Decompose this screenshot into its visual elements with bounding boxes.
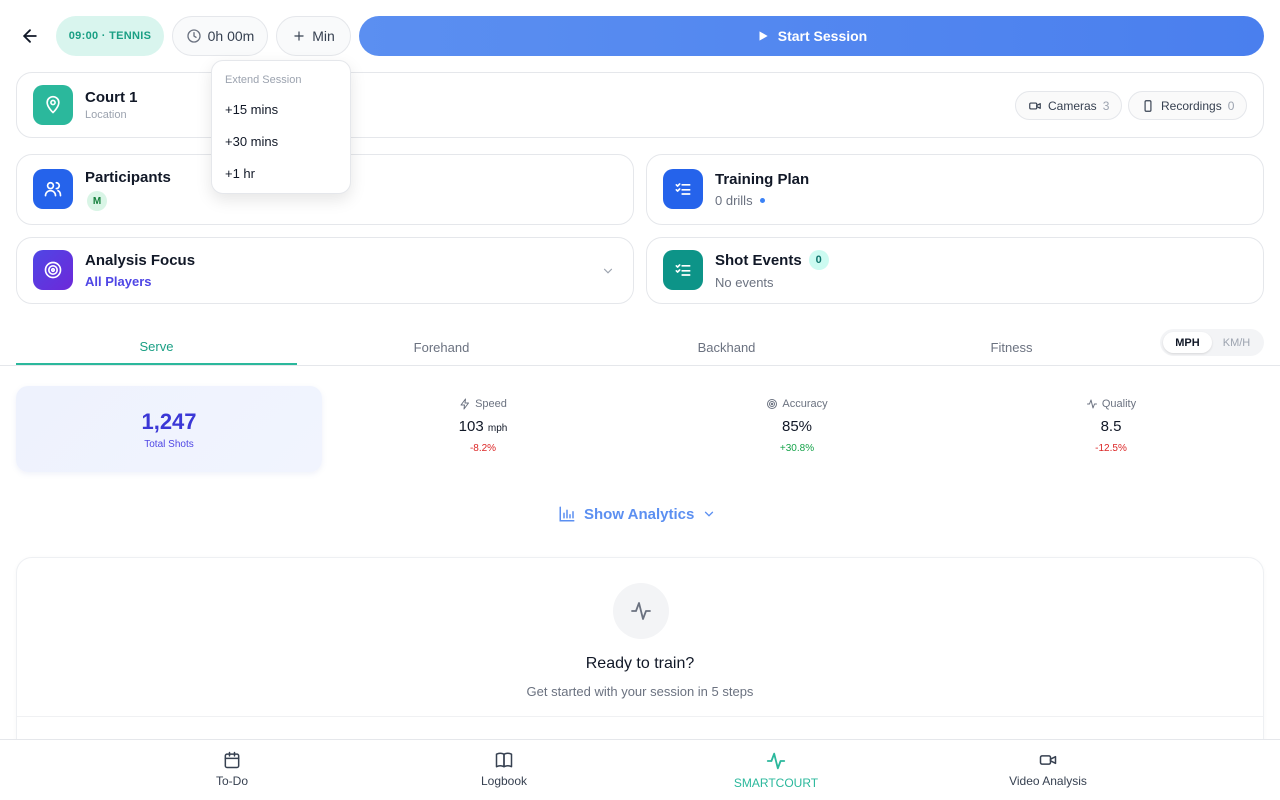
accuracy-label: Accuracy bbox=[782, 398, 828, 410]
tabs-divider bbox=[0, 365, 1280, 366]
accuracy-value: 85% bbox=[781, 418, 813, 435]
activity-icon bbox=[765, 750, 787, 772]
ready-card: Ready to train? Get started with your se… bbox=[16, 557, 1264, 757]
shot-events-card[interactable]: Shot Events 0 No events bbox=[646, 237, 1264, 304]
shot-events-title: Shot Events bbox=[715, 251, 802, 269]
location-pin-icon bbox=[33, 85, 73, 125]
extend-session-title: Extend Session bbox=[225, 74, 302, 86]
cameras-count: 3 bbox=[1102, 98, 1110, 113]
video-camera-icon bbox=[1038, 750, 1058, 770]
checklist-icon bbox=[663, 250, 703, 290]
arrow-left-icon bbox=[20, 26, 40, 46]
book-icon bbox=[494, 750, 514, 770]
bottom-nav: To-Do Logbook SMARTCOURT Video Analysis bbox=[0, 739, 1280, 800]
total-shots-value: 1,247 bbox=[141, 408, 197, 434]
nav-video-analysis-label: Video Analysis bbox=[1009, 774, 1087, 788]
nav-smartcourt[interactable]: SMARTCOURT bbox=[716, 750, 836, 790]
session-timer[interactable]: 0h 00m bbox=[172, 16, 268, 56]
session-sport-label: 09:00 · TENNIS bbox=[68, 30, 152, 42]
avatar[interactable]: M bbox=[87, 191, 107, 211]
back-button[interactable] bbox=[14, 20, 46, 52]
tab-fitness[interactable]: Fitness bbox=[871, 330, 1152, 365]
court-subtitle: Location bbox=[85, 109, 127, 121]
unit-kmh[interactable]: KM/H bbox=[1212, 332, 1261, 353]
start-session-label: Start Session bbox=[777, 28, 868, 44]
nav-video-analysis[interactable]: Video Analysis bbox=[988, 750, 1108, 788]
shot-events-title-row: Shot Events 0 bbox=[715, 250, 829, 270]
quality-value: 8.5 bbox=[1100, 418, 1122, 435]
speed-value: 103 bbox=[458, 418, 484, 435]
target-icon bbox=[766, 398, 778, 410]
extend-30-mins[interactable]: +30 mins bbox=[225, 134, 278, 149]
analysis-focus-value: All Players bbox=[85, 274, 152, 289]
activity-icon bbox=[1086, 398, 1098, 410]
timer-value: 0h 00m bbox=[207, 28, 255, 44]
cameras-label: Cameras bbox=[1048, 98, 1097, 113]
unit-toggle: MPH KM/H bbox=[1160, 329, 1264, 356]
tab-serve[interactable]: Serve bbox=[16, 330, 297, 365]
total-shots-card: 1,247 Total Shots bbox=[16, 386, 322, 472]
clock-icon bbox=[186, 28, 202, 44]
speed-unit: mph bbox=[487, 423, 508, 434]
extend-min-button[interactable]: Min bbox=[276, 16, 351, 56]
total-shots-label: Total Shots bbox=[144, 438, 194, 450]
nav-logbook-label: Logbook bbox=[480, 774, 528, 788]
status-dot bbox=[759, 198, 765, 203]
unit-mph[interactable]: MPH bbox=[1163, 332, 1212, 353]
play-icon bbox=[756, 29, 770, 43]
training-plan-title: Training Plan bbox=[715, 171, 810, 188]
calendar-icon bbox=[222, 750, 242, 770]
target-icon bbox=[33, 250, 73, 290]
drills-count: 0 drills bbox=[715, 193, 753, 208]
speed-label: Speed bbox=[475, 398, 507, 410]
show-analytics-label: Show Analytics bbox=[584, 505, 695, 523]
phone-icon bbox=[1141, 99, 1155, 113]
nav-logbook[interactable]: Logbook bbox=[444, 750, 564, 788]
training-plan-subtitle-row: 0 drills bbox=[715, 193, 765, 208]
court-title: Court 1 bbox=[85, 89, 138, 106]
tab-forehand[interactable]: Forehand bbox=[301, 330, 582, 365]
cameras-chip[interactable]: Cameras 3 bbox=[1015, 91, 1123, 120]
recordings-count: 0 bbox=[1227, 98, 1235, 113]
nav-todo-label: To-Do bbox=[215, 774, 248, 788]
show-analytics-button[interactable]: Show Analytics bbox=[558, 503, 716, 525]
analysis-focus-card[interactable]: Analysis Focus All Players bbox=[16, 237, 634, 304]
shot-events-count-badge: 0 bbox=[808, 250, 829, 270]
chevron-down-icon bbox=[702, 507, 716, 521]
nav-smartcourt-label: SMARTCOURT bbox=[733, 776, 819, 790]
start-session-button[interactable]: Start Session bbox=[359, 16, 1264, 56]
video-camera-icon bbox=[1028, 99, 1042, 113]
lightning-icon bbox=[459, 398, 471, 410]
nav-todo[interactable]: To-Do bbox=[172, 750, 292, 788]
accuracy-delta: +30.8% bbox=[779, 443, 815, 454]
quality-delta: -12.5% bbox=[1095, 443, 1127, 454]
ready-subtitle: Get started with your session in 5 steps bbox=[526, 684, 754, 699]
analysis-focus-title: Analysis Focus bbox=[85, 252, 196, 269]
plus-icon bbox=[292, 29, 306, 43]
ready-title: Ready to train? bbox=[585, 655, 695, 672]
extend-1-hr[interactable]: +1 hr bbox=[225, 166, 255, 181]
shot-events-subtitle: No events bbox=[715, 275, 774, 290]
checklist-icon bbox=[663, 169, 703, 209]
session-sport-pill[interactable]: 09:00 · TENNIS bbox=[56, 16, 164, 56]
training-plan-card[interactable]: Training Plan 0 drills bbox=[646, 154, 1264, 225]
tab-backhand[interactable]: Backhand bbox=[586, 330, 867, 365]
speed-delta: -8.2% bbox=[469, 443, 497, 454]
participants-title: Participants bbox=[85, 169, 171, 186]
quality-stat: Quality 8.5 -12.5% bbox=[1011, 398, 1211, 454]
min-label: Min bbox=[312, 28, 335, 44]
recordings-chip[interactable]: Recordings 0 bbox=[1128, 91, 1248, 120]
extend-15-mins[interactable]: +15 mins bbox=[225, 102, 278, 117]
quality-label: Quality bbox=[1101, 398, 1137, 410]
recordings-label: Recordings bbox=[1161, 98, 1222, 113]
accuracy-stat: Accuracy 85% +30.8% bbox=[697, 398, 897, 454]
extend-session-menu: Extend Session +15 mins +30 mins +1 hr bbox=[211, 60, 351, 194]
ready-divider bbox=[17, 716, 1263, 717]
bar-chart-icon bbox=[558, 505, 576, 523]
chevron-down-icon[interactable] bbox=[601, 264, 615, 278]
users-icon bbox=[33, 169, 73, 209]
speed-stat: Speed 103 mph -8.2% bbox=[383, 398, 583, 454]
activity-icon bbox=[613, 583, 669, 639]
